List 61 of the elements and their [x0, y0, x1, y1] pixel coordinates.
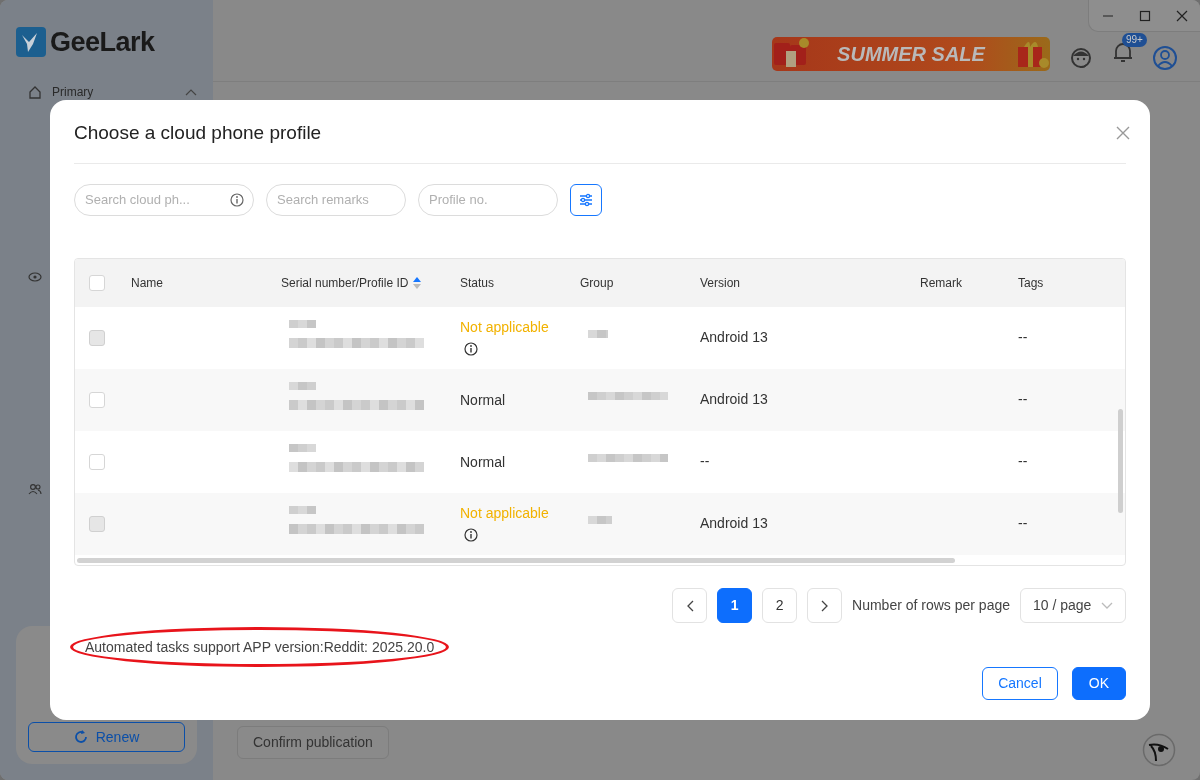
previous-page-button[interactable]	[672, 588, 708, 623]
table-cell: --	[700, 453, 710, 470]
user-avatar-icon[interactable]	[1152, 45, 1178, 71]
sliders-icon	[578, 191, 594, 208]
status-text: Not applicable	[460, 504, 549, 521]
checkbox[interactable]	[89, 274, 105, 291]
users-icon	[28, 482, 42, 495]
table-cell: Android 13	[700, 329, 768, 346]
info-icon[interactable]	[464, 341, 478, 356]
maximize-icon[interactable]	[1138, 9, 1151, 22]
version-note: Automated tasks support APP version:Reddit: 2025.20.0	[85, 639, 435, 655]
sort-icon[interactable]	[412, 275, 423, 290]
column-header[interactable]: Serial number/Profile ID	[281, 273, 409, 292]
vertical-scrollbar[interactable]	[1118, 408, 1123, 513]
filter-button[interactable]	[570, 183, 602, 216]
table-cell: --	[1018, 329, 1028, 346]
checkbox[interactable]	[89, 453, 105, 470]
page-button[interactable]: 2	[762, 588, 798, 623]
info-icon[interactable]	[464, 527, 478, 542]
status-text: Normal	[460, 391, 506, 408]
next-page-button[interactable]	[807, 588, 843, 623]
column-header[interactable]: Status	[460, 273, 495, 292]
search-field[interactable]: Search cloud ph...	[74, 183, 254, 216]
rows-per-page-label: Number of rows per page	[852, 596, 1010, 615]
chevron-left-icon	[685, 599, 694, 612]
table-cell: --	[1018, 453, 1028, 470]
caret-down-icon	[1101, 601, 1113, 610]
table-cell: Android 13	[700, 391, 768, 408]
ok-button[interactable]: OK	[1071, 667, 1126, 700]
help-eye-icon[interactable]	[1142, 733, 1176, 767]
column-header[interactable]: Name	[131, 273, 163, 292]
column-header[interactable]: Version	[700, 273, 741, 292]
nav-item[interactable]: Primary	[52, 82, 175, 101]
cancel-button[interactable]: Cancel	[982, 667, 1058, 700]
search-field[interactable]: Profile no.	[418, 183, 558, 216]
refresh-icon	[73, 730, 88, 744]
close-icon[interactable]	[1175, 9, 1188, 22]
notification-badge: 99+	[1122, 33, 1147, 47]
banner-text: SUMMER SALE	[837, 42, 985, 67]
confirm-publication-button[interactable]: Confirm publication	[237, 726, 389, 759]
column-header[interactable]: Tags	[1018, 273, 1044, 292]
column-header[interactable]: Group	[580, 273, 614, 292]
table-cell: --	[1018, 391, 1028, 408]
column-header[interactable]: Remark	[920, 273, 962, 292]
page-size-dropdown[interactable]: 10 / page	[1020, 588, 1126, 623]
page-button[interactable]: 1	[717, 588, 753, 623]
close-icon[interactable]	[1116, 125, 1130, 140]
support-agent-icon[interactable]	[1068, 45, 1094, 71]
home-icon	[28, 84, 42, 99]
dialog-title: Choose a cloud phone profile	[74, 122, 322, 145]
info-icon[interactable]	[230, 192, 244, 207]
status-text: Normal	[460, 453, 506, 470]
table-cell: Android 13	[700, 515, 768, 532]
horizontal-scrollbar[interactable]	[77, 558, 955, 563]
search-field[interactable]: Search remarks	[266, 183, 406, 216]
table-cell: --	[1018, 515, 1028, 532]
checkbox[interactable]	[89, 391, 105, 408]
status-text: Not applicable	[460, 318, 549, 335]
eye-icon	[28, 270, 42, 283]
chevron-right-icon	[820, 599, 829, 612]
logo-text: GeeLark	[50, 26, 155, 59]
